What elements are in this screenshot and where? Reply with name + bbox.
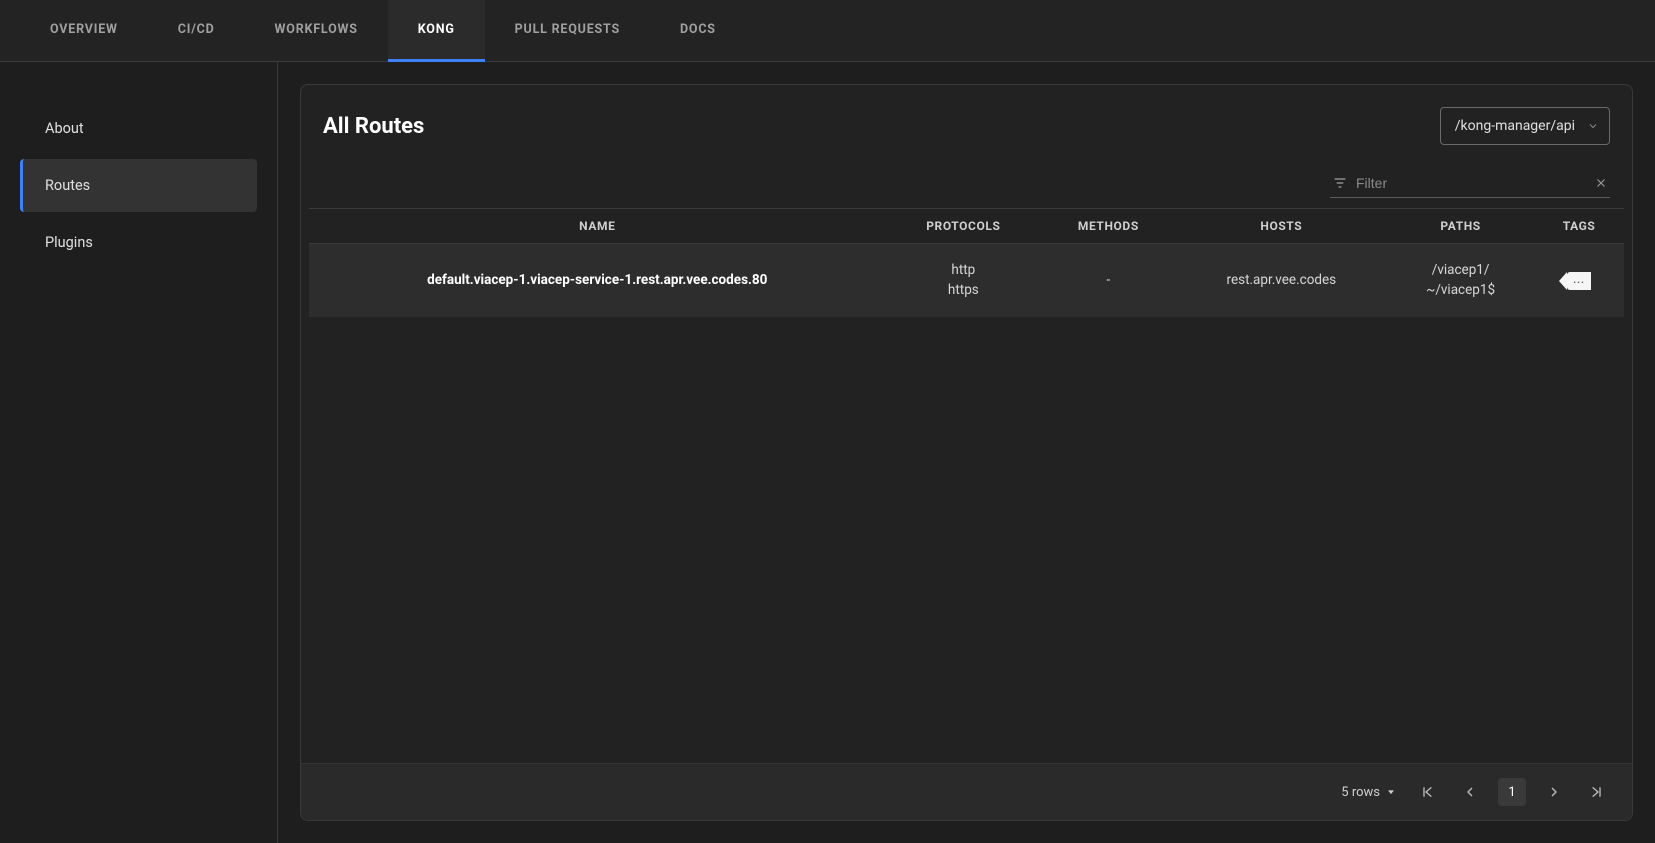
cell-protocols: http https xyxy=(886,244,1042,317)
sidebar: About Routes Plugins xyxy=(0,62,278,843)
tab-overview[interactable]: Overview xyxy=(20,0,148,62)
col-name[interactable]: Name xyxy=(309,209,886,244)
filter-box xyxy=(1330,169,1610,198)
instance-selector[interactable]: /kong-manager/api xyxy=(1440,107,1610,145)
instance-selector-value: /kong-manager/api xyxy=(1455,118,1575,134)
col-methods[interactable]: Methods xyxy=(1041,209,1175,244)
top-nav: Overview CI/CD Workflows Kong Pull Reque… xyxy=(0,0,1655,62)
page-title: All Routes xyxy=(323,114,424,139)
routes-table: Name Protocols Methods Hosts Paths Tags … xyxy=(309,208,1624,317)
cell-tags: ... xyxy=(1534,244,1624,317)
tab-docs[interactable]: Docs xyxy=(650,0,746,62)
caret-down-icon xyxy=(1386,787,1396,797)
tag-badge-icon[interactable]: ... xyxy=(1567,272,1591,290)
pager: 1 xyxy=(1414,778,1610,806)
page-number-current[interactable]: 1 xyxy=(1498,778,1526,806)
col-hosts[interactable]: Hosts xyxy=(1176,209,1388,244)
rows-per-page-label: 5 rows xyxy=(1341,785,1380,800)
cell-methods: - xyxy=(1041,244,1175,317)
main-content: All Routes /kong-manager/api xyxy=(278,62,1655,843)
routes-card: All Routes /kong-manager/api xyxy=(300,84,1633,821)
col-tags[interactable]: Tags xyxy=(1534,209,1624,244)
sidebar-item-routes[interactable]: Routes xyxy=(20,159,257,212)
filter-icon[interactable] xyxy=(1332,175,1348,191)
cell-hosts: rest.apr.vee.codes xyxy=(1176,244,1388,317)
sidebar-item-about[interactable]: About xyxy=(20,102,257,155)
last-page-button[interactable] xyxy=(1582,778,1610,806)
col-protocols[interactable]: Protocols xyxy=(886,209,1042,244)
table-row[interactable]: default.viacep-1.viacep-service-1.rest.a… xyxy=(309,244,1624,317)
cell-paths: /viacep1/ ~/viacep1$ xyxy=(1387,244,1534,317)
table-wrap: Name Protocols Methods Hosts Paths Tags … xyxy=(301,208,1632,763)
rows-per-page-select[interactable]: 5 rows xyxy=(1341,785,1396,800)
prev-page-button[interactable] xyxy=(1456,778,1484,806)
tab-kong[interactable]: Kong xyxy=(388,0,485,62)
card-header: All Routes /kong-manager/api xyxy=(301,85,1632,163)
col-paths[interactable]: Paths xyxy=(1387,209,1534,244)
chevron-down-icon xyxy=(1587,120,1599,132)
sidebar-item-plugins[interactable]: Plugins xyxy=(20,216,257,269)
first-page-button[interactable] xyxy=(1414,778,1442,806)
filter-input[interactable] xyxy=(1356,175,1586,191)
next-page-button[interactable] xyxy=(1540,778,1568,806)
tab-workflows[interactable]: Workflows xyxy=(245,0,388,62)
clear-filter-icon[interactable] xyxy=(1594,176,1608,190)
card-footer: 5 rows 1 xyxy=(301,763,1632,820)
tab-pull-requests[interactable]: Pull Requests xyxy=(485,0,650,62)
cell-name: default.viacep-1.viacep-service-1.rest.a… xyxy=(309,244,886,317)
tab-cicd[interactable]: CI/CD xyxy=(148,0,245,62)
filter-row xyxy=(301,163,1632,208)
